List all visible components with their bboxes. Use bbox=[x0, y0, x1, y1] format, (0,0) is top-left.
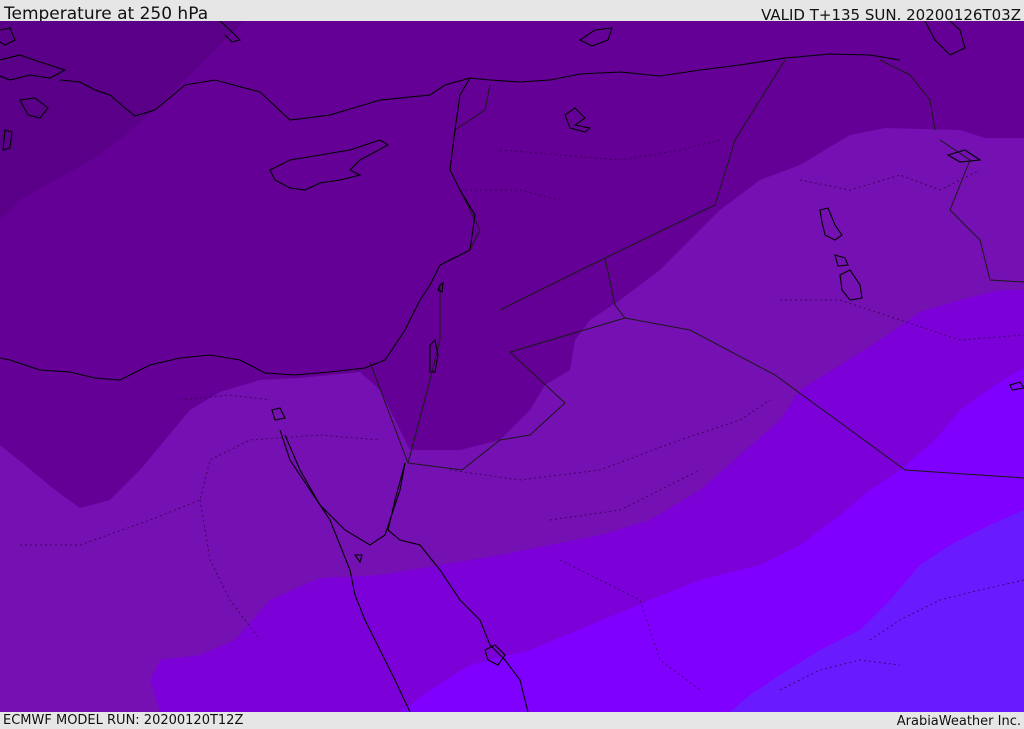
temperature-map-canvas bbox=[0, 21, 1024, 712]
temperature-map[interactable] bbox=[0, 21, 1024, 712]
footer-bar: ECMWF MODEL RUN: 20200120T12Z ArabiaWeat… bbox=[0, 712, 1024, 729]
credit-label: ArabiaWeather Inc. bbox=[896, 714, 1021, 729]
header-bar: Temperature at 250 hPa VALID T+135 SUN. … bbox=[0, 0, 1024, 24]
forecast-map-page: Temperature at 250 hPa VALID T+135 SUN. … bbox=[0, 0, 1024, 729]
model-run-label: ECMWF MODEL RUN: 20200120T12Z bbox=[3, 713, 244, 728]
